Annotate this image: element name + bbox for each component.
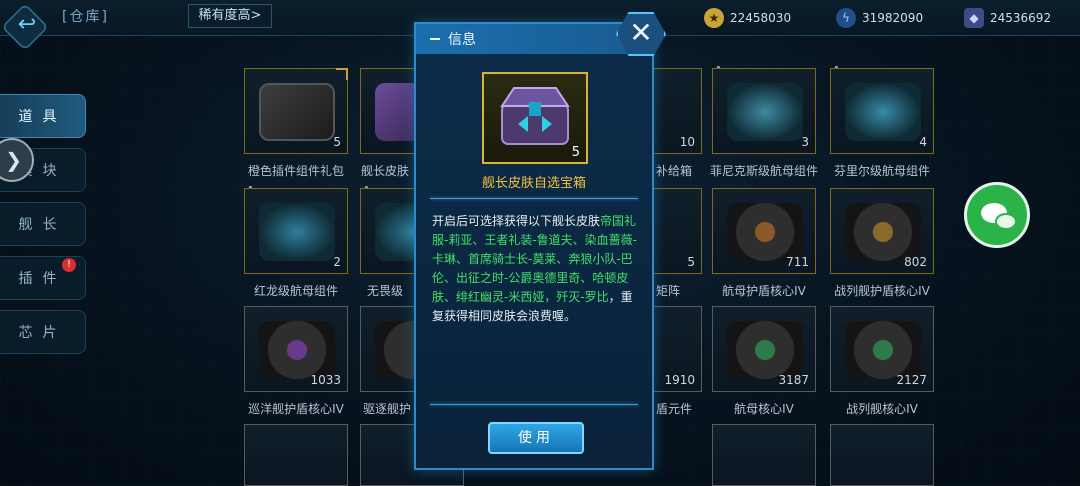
item-name: 矩阵	[656, 284, 681, 298]
nav-item-props[interactable]: 道具	[0, 94, 86, 138]
item-name: 红龙级航母组件	[253, 284, 338, 298]
description-text: 开启后可选择获得以下舰长皮肤	[432, 214, 601, 228]
item-count: 5	[571, 145, 580, 160]
close-button[interactable]: ✕	[616, 12, 666, 56]
item-art	[727, 203, 803, 261]
dialog-title: 信息	[448, 32, 476, 48]
item-art	[259, 83, 335, 141]
item-name: 巡洋舰护盾核心IV	[248, 402, 344, 416]
coin-value: 22458030	[730, 11, 792, 25]
grid-item[interactable]: 802	[830, 188, 934, 274]
item-count: 3	[801, 135, 809, 149]
crystal-icon: ◆	[964, 8, 984, 28]
item-count: 5	[687, 255, 695, 269]
item-count: 711	[786, 255, 809, 269]
lightning-icon: ϟ	[836, 8, 856, 28]
nav-item-chips[interactable]: 芯片	[0, 310, 86, 354]
item-count: 2127	[896, 373, 927, 387]
item-name: 战列舰护盾核心IV	[834, 284, 930, 298]
item-name: 补给箱	[656, 164, 693, 178]
item-art	[845, 321, 921, 379]
divider	[430, 404, 638, 405]
item-art	[259, 321, 335, 379]
item-count: 2	[333, 255, 341, 269]
item-name: 战列舰核心IV	[846, 402, 918, 416]
treasure-chest-icon	[500, 87, 570, 145]
item-count: 10	[679, 135, 695, 149]
item-art	[259, 203, 335, 261]
back-icon: ↩	[17, 12, 37, 37]
item-count: 1910	[664, 373, 695, 387]
grid-item[interactable]: 1033	[244, 306, 348, 392]
grid-item[interactable]: 1910	[654, 306, 702, 392]
sort-button[interactable]: 稀有度高>	[188, 4, 272, 28]
divider	[430, 198, 638, 199]
chat-bubble-icon	[995, 213, 1017, 230]
grid-item[interactable]: 10	[654, 68, 702, 154]
resource-energy: ϟ 31982090	[836, 7, 923, 29]
grid-item[interactable]: 3187	[712, 306, 816, 392]
info-dialog: 信息 5 舰长皮肤自选宝箱 开启后可选择获得以下舰长皮肤帝国礼服-莉亚、王者礼装…	[414, 22, 654, 470]
grid-item[interactable]: 3	[712, 68, 816, 154]
use-button[interactable]: 使用	[488, 422, 584, 454]
item-count: 802	[904, 255, 927, 269]
grid-item[interactable]	[830, 424, 934, 486]
grid-item[interactable]: 2127	[830, 306, 934, 392]
nav-item-captains[interactable]: 舰长	[0, 202, 86, 246]
coin-icon: ★	[704, 8, 724, 28]
item-art	[845, 203, 921, 261]
item-art	[845, 83, 921, 141]
resource-coins: ★ 22458030	[704, 7, 791, 29]
grid-item[interactable]	[244, 424, 348, 486]
grid-item[interactable]: 5	[654, 188, 702, 274]
page-title: [仓库]	[62, 9, 109, 25]
grid-item[interactable]: 4	[830, 68, 934, 154]
crystal-value: 24536692	[990, 11, 1052, 25]
close-icon: ✕	[629, 16, 653, 49]
corner-marker	[336, 68, 348, 80]
notification-badge: !	[62, 258, 76, 272]
energy-value: 31982090	[862, 11, 924, 25]
resource-crystal: ◆ 24536692	[964, 7, 1051, 29]
item-count: 5	[333, 135, 341, 149]
item-name: 菲尼克斯级航母组件	[709, 164, 818, 178]
item-count: 4	[919, 135, 927, 149]
item-name: 芬里尔级航母组件	[833, 164, 930, 178]
item-art	[727, 83, 803, 141]
item-name: 航母护盾核心IV	[722, 284, 806, 298]
wechat-share-button[interactable]	[964, 182, 1030, 248]
grid-item[interactable]	[712, 424, 816, 486]
item-description: 开启后可选择获得以下舰长皮肤帝国礼服-莉亚、王者礼装-鲁道夫、染血蔷薇-卡琳、首…	[432, 212, 638, 326]
minus-icon	[430, 38, 440, 40]
grid-item[interactable]: 5	[244, 68, 348, 154]
item-icon-frame: 5	[482, 72, 588, 164]
item-count: 3187	[778, 373, 809, 387]
item-name: 橙色插件组件礼包	[247, 164, 344, 178]
item-name: 舰长皮肤自选宝箱	[481, 176, 586, 191]
grid-item[interactable]: 2	[244, 188, 348, 274]
item-name: 盾元件	[656, 402, 693, 416]
item-count: 1033	[310, 373, 341, 387]
item-name: 航母核心IV	[734, 402, 794, 416]
grid-item[interactable]: 711	[712, 188, 816, 274]
item-art	[727, 321, 803, 379]
